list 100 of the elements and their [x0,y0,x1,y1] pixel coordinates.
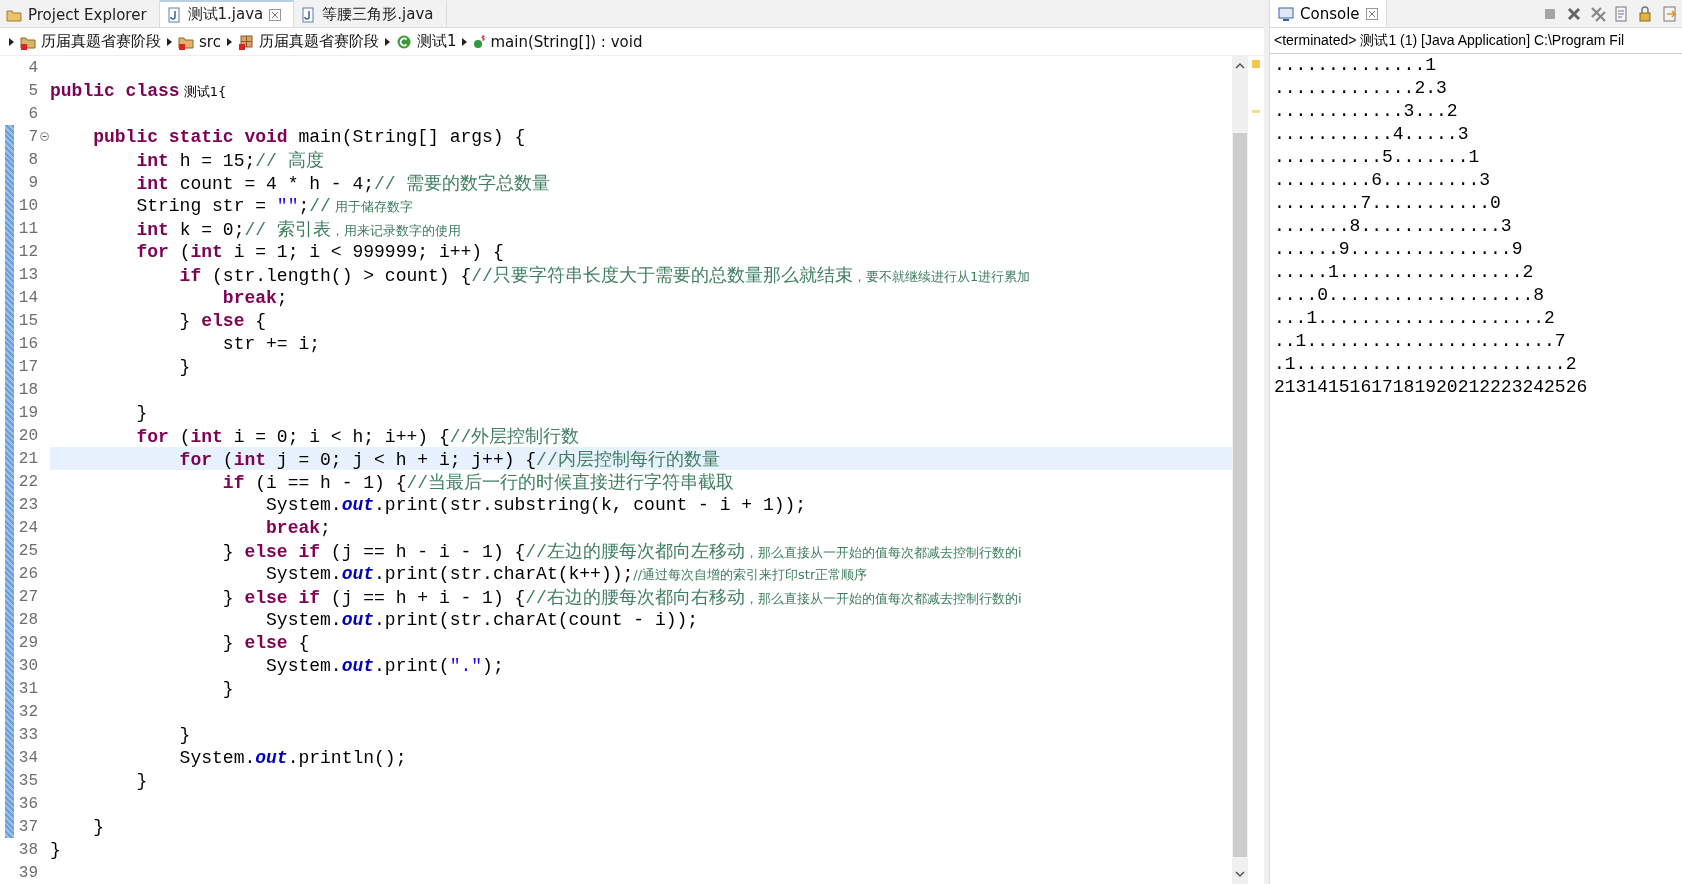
code-line: if (str.length() > count) {//只要字符串长度大于需要的总数量那么就结束，要不就继续进行从1进行累加 [178,264,1031,287]
breadcrumb-item[interactable]: main(String[]) : void [490,32,643,51]
line-number: 23 [17,495,38,514]
console-output-line: ..............1 [1274,54,1438,77]
line-number: 18 [17,380,38,399]
console-output-line: .......8.............3 [1274,215,1513,238]
code-line: } [221,678,234,699]
line-number: 34 [17,748,38,767]
code-line: public static void main(String[] args) { [92,126,526,147]
line-number: 6 [27,104,38,123]
close-icon[interactable] [269,8,282,21]
line-number: 36 [17,794,38,813]
console-output-line: .1.........................2 [1274,353,1578,376]
code-line: public class 测试1{ [50,80,227,101]
caret-icon [383,36,391,47]
line-number: 11 [17,219,38,238]
code-line: } else if (j == h + i - 1) {//右边的腰每次都向右移动，那么直接从一开始的值每次都减去控制行数的i [221,586,1022,609]
scroll-down-icon[interactable] [1235,871,1245,878]
line-number: 32 [17,702,38,721]
lock-icon[interactable] [1638,5,1654,22]
line-number: 16 [17,334,38,353]
code-line: } else { [178,310,267,331]
code-line: } [135,402,148,423]
console-tab[interactable]: Console [1270,0,1387,27]
console-status: <terminated> 测试1 (1) [Java Application] C:\Program Fil [1274,31,1625,50]
breadcrumb-item[interactable]: 测试1 [416,32,457,51]
line-number: 19 [17,403,38,422]
scroll-up-icon[interactable] [1235,62,1245,69]
line-number: 33 [17,725,38,744]
line-number: 29 [17,633,38,652]
code-line: int h = 15;// 高度 [135,149,324,172]
line-number: 38 [17,840,38,859]
code-line: } else { [221,632,310,653]
line-number: 24 [17,518,38,537]
code-line: System.out.print(str.charAt(count - i)); [265,609,699,630]
code-line: } [92,816,104,837]
line-number: 22 [17,472,38,491]
line-number: 39 [17,863,38,882]
line-number: 14 [17,288,38,307]
code-line: if (i == h - 1) {//当最后一行的时候直接进行字符串截取 [221,471,735,494]
code-line: int count = 4 * h - 4;// 需要的数字总数量 [135,172,551,195]
code-line: break; [265,517,331,538]
console-output-line: ............3...2 [1274,100,1459,123]
line-number: 26 [17,564,38,583]
caret-icon [166,36,173,47]
java-file-icon [165,6,182,23]
line-number: 8 [27,150,38,169]
remove-icon[interactable] [1566,5,1582,22]
line-number: 12 [17,242,38,261]
breadcrumb-item[interactable]: 历届真题省赛阶段 [41,32,161,51]
editor-tab[interactable]: Project Explorer [0,0,160,27]
code-line: str += i; [221,333,321,354]
line-number: 21 [17,449,38,468]
line-number: 37 [17,817,38,836]
overview-marker[interactable] [1252,110,1260,113]
console-output-line: .....1.................2 [1274,261,1535,284]
editor-tab[interactable]: 测试1.java [159,0,295,27]
collapse-icon[interactable] [39,132,49,141]
console-output-line: ......9...............9 [1274,238,1524,261]
line-number: 28 [17,610,38,629]
code-line: } [50,839,61,860]
code-line: } [178,356,191,377]
code-line: System.out.print(str.charAt(k++));//通过每次自增的索引来打印str正常顺序 [265,563,868,584]
breadcrumb-item[interactable]: 历届真题省赛阶段 [258,32,379,51]
console-output-line: ..1.......................7 [1274,330,1567,353]
line-number: 4 [27,58,38,77]
console-output-line: ...........4.....3 [1274,123,1470,146]
remove-all-icon[interactable] [1590,5,1606,22]
code-line: System.out.print(str.substring(k, count - i + 1)); [265,494,807,515]
code-line: String str = "";// 用于储存数字 [135,195,413,216]
console-output-line: .........6.........3 [1274,169,1492,192]
caret-icon [8,36,15,47]
package-icon [237,33,254,50]
code-line: } [135,770,148,791]
breadcrumb-item[interactable]: src [199,32,221,51]
line-number: 20 [17,426,38,445]
code-line: for (int i = 0; i < h; i++) {//外层控制行数 [135,425,580,448]
method-icon [473,34,486,49]
scrollbar[interactable] [1232,56,1248,884]
console-output-line: .............2.3 [1274,77,1448,100]
scrollbar-thumb[interactable] [1233,133,1247,857]
console-output-line: ...1.....................2 [1274,307,1556,330]
line-number: 5 [27,81,38,100]
close-icon[interactable] [1365,7,1378,20]
line-number: 25 [17,541,38,560]
document-icon[interactable] [1614,5,1630,22]
line-number: 30 [17,656,38,675]
code-line: int k = 0;// 索引表，用来记录数字的使用 [135,218,461,241]
code-line: } [178,724,191,745]
overview-marker[interactable] [1252,60,1260,68]
line-number: 35 [17,771,38,790]
line-number: 13 [17,265,38,284]
console-output-line: ........7...........0 [1274,192,1502,215]
monitor-icon [1278,5,1294,22]
code-line: System.out.println(); [178,747,407,768]
line-number: 27 [17,587,38,606]
editor-tab[interactable]: 等腰三角形.java [294,0,447,27]
caret-icon [225,36,233,47]
line-number: 9 [27,173,38,192]
line-number: 17 [17,357,38,376]
